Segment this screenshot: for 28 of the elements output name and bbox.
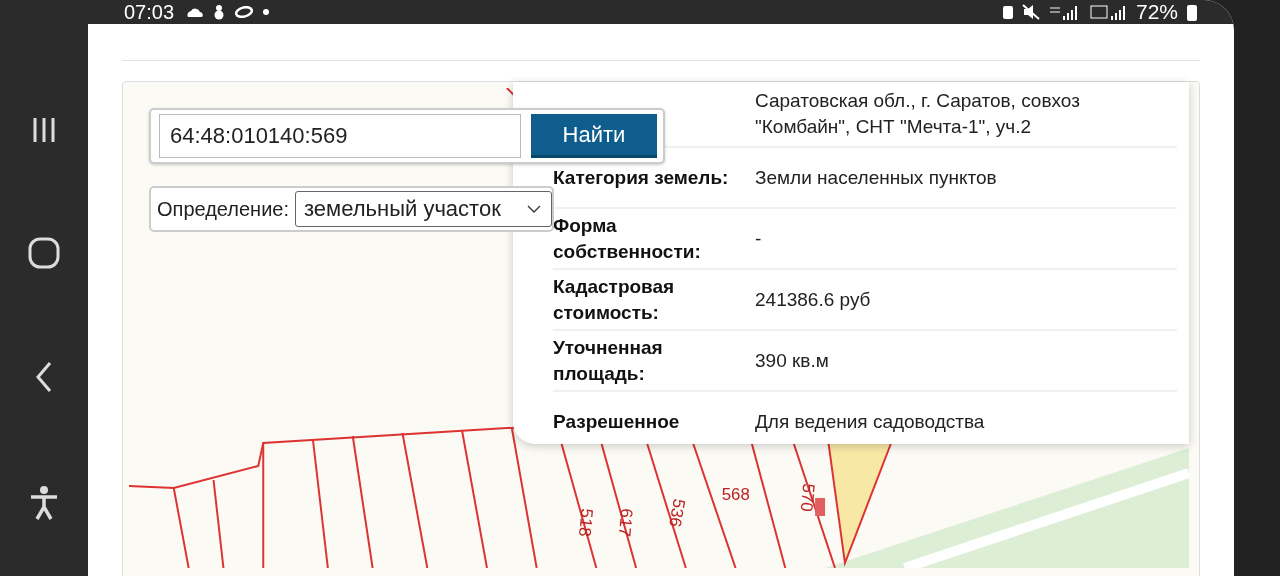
cadastral-number-input[interactable]: 64:48:010140:569 [159, 114, 521, 158]
definition-label: Определение: [157, 197, 289, 221]
field-value: Саратовская обл., г. Саратов, совхоз "Комбайн", СНТ "Мечта-1", уч.2 [755, 89, 1081, 139]
field-label: Категория земель: [553, 165, 729, 190]
field-label: Разрешенное [553, 409, 680, 434]
battery-saver-icon [1001, 4, 1014, 20]
field-value: - [755, 226, 762, 251]
field-value: 390 кв.м [755, 348, 829, 373]
mute-icon [1021, 4, 1040, 20]
back-icon[interactable] [34, 360, 54, 395]
home-icon[interactable] [27, 235, 61, 270]
chevron-down-icon [526, 205, 541, 213]
battery-percent: 72% [1135, 0, 1178, 24]
ring-icon [234, 6, 255, 18]
field-value: Земли населенных пунктов [755, 165, 997, 190]
field-value: 241386.6 руб [755, 287, 871, 312]
search-button[interactable]: Найти [531, 114, 657, 158]
accessibility-icon[interactable] [29, 484, 59, 521]
definition-select[interactable]: земельный участок [295, 191, 552, 227]
field-label: Уточненная площадь: [553, 335, 664, 386]
clock-text: 07:03 [124, 0, 175, 24]
cloud-icon [186, 7, 205, 17]
field-value: Для ведения садоводства [755, 409, 985, 434]
field-label: Форма собственности: [553, 213, 702, 264]
dot-icon [262, 8, 271, 16]
signal-icon [1089, 4, 1128, 20]
battery-icon [1186, 3, 1198, 21]
field-label: Кадастровая стоимость: [553, 274, 676, 325]
